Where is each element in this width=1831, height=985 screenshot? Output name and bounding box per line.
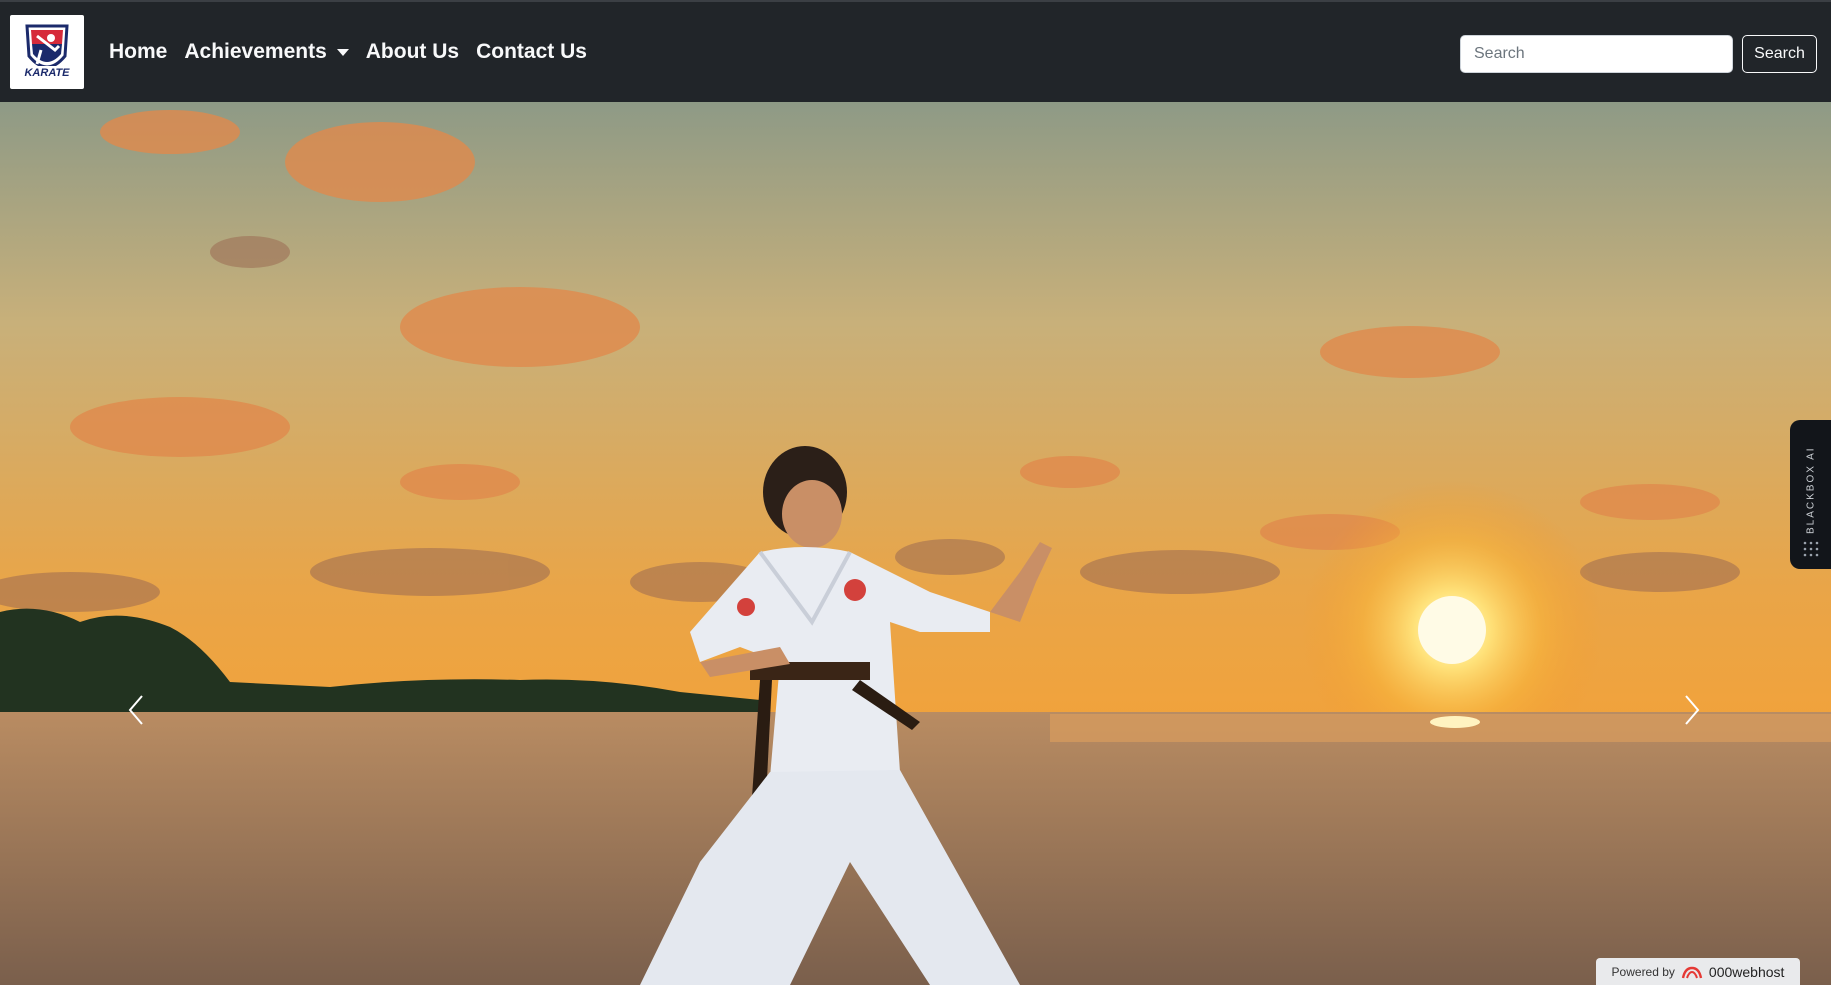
- webhost-logo-icon: [1681, 966, 1703, 978]
- logo-wordmark: KARATE: [24, 67, 70, 79]
- caret-down-icon: [336, 48, 349, 56]
- carousel-next-button[interactable]: [1672, 690, 1712, 730]
- karate-shield-icon: KARATE: [21, 24, 73, 79]
- nav-about-label: About Us: [365, 40, 460, 63]
- blackbox-ai-tab[interactable]: BLACKBOX AI: [1790, 420, 1831, 569]
- carousel-prev-button[interactable]: [116, 690, 156, 730]
- nav-achievements-label: Achievements: [184, 40, 327, 63]
- chevron-right-icon: [1685, 695, 1700, 725]
- blackbox-label: BLACKBOX AI: [1805, 446, 1817, 534]
- nav-about-us[interactable]: About Us: [358, 32, 467, 72]
- nav-home[interactable]: Home: [109, 32, 175, 72]
- nav-home-label: Home: [109, 40, 168, 63]
- hero-carousel: [0, 102, 1831, 985]
- blackbox-grid-icon: [1803, 541, 1819, 557]
- hero-image: [0, 102, 1831, 985]
- nav-contact-label: Contact Us: [476, 40, 587, 63]
- navbar: KARATE Home Achievements About Us Contac…: [0, 2, 1831, 102]
- powered-by-badge[interactable]: Powered by 000webhost: [1596, 958, 1800, 985]
- karate-logo[interactable]: KARATE: [10, 15, 84, 89]
- nav-contact-us[interactable]: Contact Us: [468, 32, 595, 72]
- powered-by-brand: 000webhost: [1708, 963, 1785, 980]
- search-button[interactable]: Search: [1742, 35, 1817, 73]
- nav-achievements-dropdown[interactable]: Achievements: [176, 32, 356, 72]
- chevron-left-icon: [128, 695, 143, 725]
- powered-by-prefix: Powered by: [1611, 964, 1675, 979]
- nav-links: Home Achievements About Us Contact Us: [109, 2, 596, 102]
- search-input[interactable]: [1460, 35, 1733, 73]
